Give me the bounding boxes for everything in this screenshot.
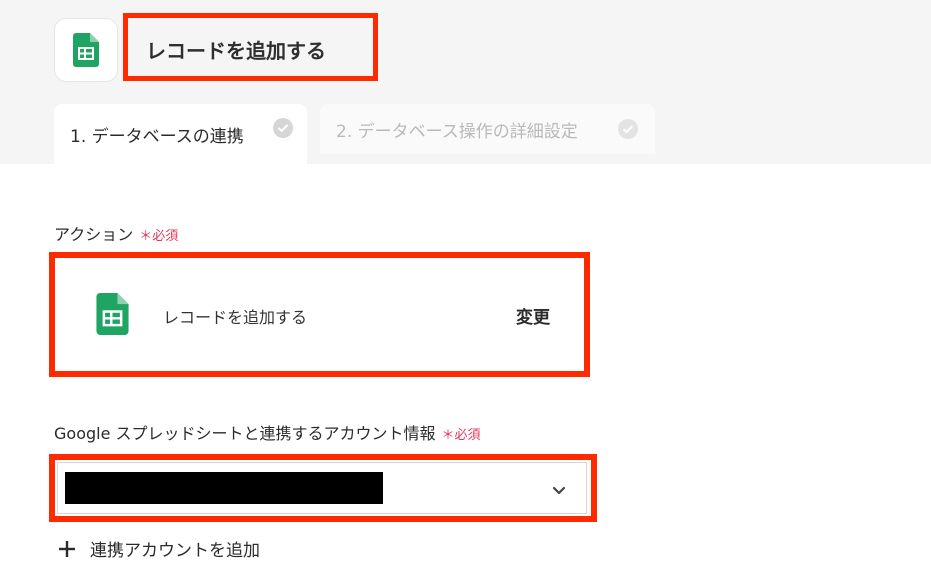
- page-title: レコードを追加する: [146, 39, 326, 63]
- required-indicator: ＊必須: [442, 428, 481, 443]
- google-sheets-icon: [96, 293, 129, 335]
- chevron-down-icon[interactable]: [549, 481, 569, 501]
- plus-icon: [58, 540, 76, 558]
- tab-label: 2. データベース操作の詳細設定: [336, 121, 578, 142]
- account-label-text: Google スプレッドシートと連携するアカウント情報: [54, 424, 436, 443]
- required-mark: ＊: [441, 428, 455, 443]
- required-text: 必須: [152, 229, 179, 244]
- required-text: 必須: [454, 428, 481, 443]
- tab-database-operation-settings[interactable]: 2. データベース操作の詳細設定: [320, 104, 655, 154]
- add-linked-account-button[interactable]: 連携アカウントを追加: [58, 536, 260, 561]
- action-label: アクション ＊必須: [54, 221, 178, 245]
- action-name: レコードを追加する: [163, 308, 308, 327]
- redacted-account-name: [65, 472, 383, 504]
- tab-database-link[interactable]: 1. データベースの連携: [54, 104, 307, 164]
- add-linked-account-label: 連携アカウントを追加: [90, 541, 260, 561]
- account-label: Google スプレッドシートと連携するアカウント情報 ＊必須: [54, 420, 481, 444]
- required-mark: ＊: [139, 229, 153, 244]
- action-card: [58, 261, 579, 368]
- change-action-button[interactable]: 変更: [508, 301, 558, 330]
- tab-label: 1. データベースの連携: [70, 126, 244, 147]
- google-sheets-icon: [73, 33, 99, 67]
- app-icon-container: [54, 18, 118, 82]
- check-circle-icon: [273, 118, 293, 138]
- required-indicator: ＊必須: [139, 229, 178, 244]
- check-circle-icon: [618, 119, 638, 139]
- action-label-text: アクション: [54, 225, 134, 244]
